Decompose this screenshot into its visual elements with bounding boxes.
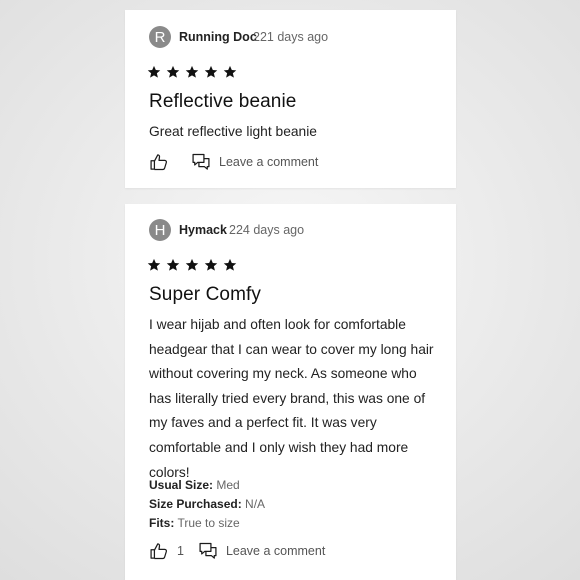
fits-row: Fits: True to size — [149, 514, 265, 533]
review-author[interactable]: Hymack — [179, 223, 227, 237]
review-body: I wear hijab and often look for comforta… — [149, 317, 434, 480]
review-actions: Leave a comment — [149, 152, 318, 172]
fits-value: True to size — [177, 516, 240, 530]
avatar: R — [149, 26, 171, 48]
review-title: Super Comfy — [149, 284, 261, 305]
size-purchased-row: Size Purchased: N/A — [149, 495, 265, 514]
star-icon — [204, 65, 218, 78]
review-card: R Running Doc 221 days ago Reflective be… — [125, 10, 456, 188]
leave-comment-link[interactable]: Leave a comment — [226, 544, 325, 558]
review-date: 221 days ago — [253, 30, 329, 44]
review-author[interactable]: Running Doc — [179, 30, 257, 44]
star-icon — [147, 258, 161, 271]
review-body: Great reflective light beanie — [149, 124, 317, 139]
star-rating — [147, 65, 237, 79]
star-icon — [185, 258, 199, 271]
size-purchased-label: Size Purchased: — [149, 497, 242, 511]
usual-size-value: Med — [216, 478, 240, 492]
avatar-letter: R — [154, 28, 166, 46]
review-card: H Hymack 224 days ago Super Comfy I wear… — [125, 204, 456, 580]
comment-icon[interactable] — [191, 152, 211, 172]
star-rating — [147, 258, 237, 272]
review-date: 224 days ago — [229, 223, 305, 237]
thumbs-up-icon[interactable] — [149, 152, 169, 172]
star-icon — [223, 258, 237, 271]
usual-size-label: Usual Size: — [149, 478, 214, 492]
comment-icon[interactable] — [198, 541, 218, 561]
review-details: Usual Size: Med Size Purchased: N/A Fits… — [149, 476, 265, 533]
size-purchased-value: N/A — [245, 497, 266, 511]
usual-size-row: Usual Size: Med — [149, 476, 265, 495]
star-icon — [223, 65, 237, 78]
like-count: 1 — [177, 544, 184, 558]
leave-comment-link[interactable]: Leave a comment — [219, 155, 318, 169]
avatar: H — [149, 219, 171, 241]
avatar-letter: H — [154, 221, 166, 239]
star-icon — [185, 65, 199, 78]
review-title: Reflective beanie — [149, 91, 297, 112]
thumbs-up-icon[interactable] — [149, 541, 169, 561]
star-icon — [166, 65, 180, 78]
fits-label: Fits: — [149, 516, 175, 530]
star-icon — [204, 258, 218, 271]
star-icon — [147, 65, 161, 78]
review-actions: 1 Leave a comment — [149, 541, 325, 561]
star-icon — [166, 258, 180, 271]
